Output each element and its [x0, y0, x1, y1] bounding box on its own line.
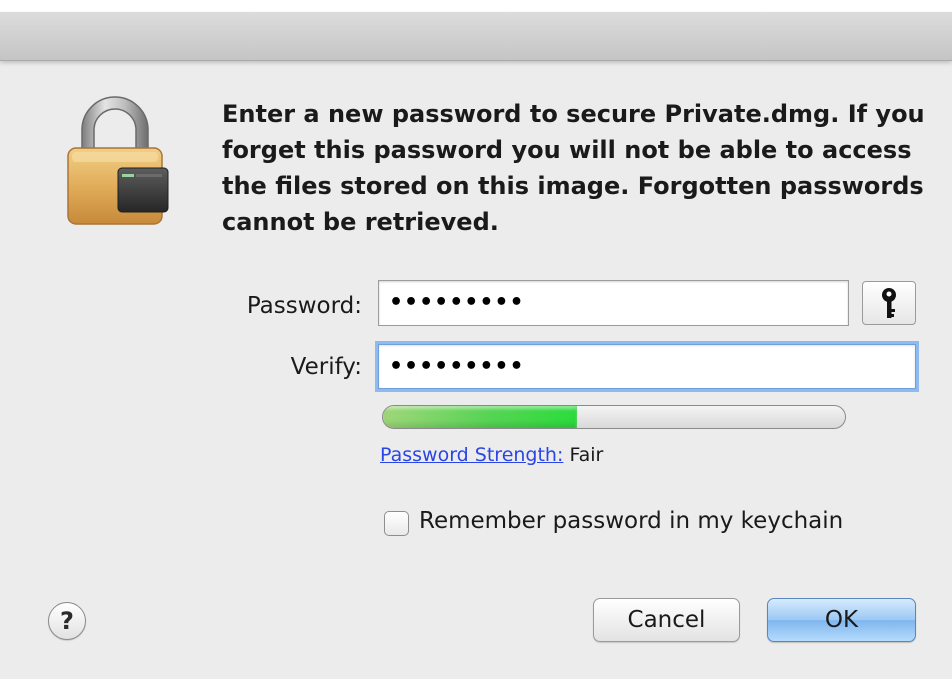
password-assistant-button[interactable]: [862, 281, 916, 325]
remember-keychain-checkbox[interactable]: [384, 511, 409, 536]
key-icon: [882, 288, 896, 318]
padlock-icon: [60, 90, 170, 230]
password-strength-link[interactable]: Password Strength:: [380, 444, 563, 466]
password-label: Password:: [246, 293, 362, 319]
verify-field[interactable]: •••••••••: [378, 344, 916, 389]
password-strength-meter: [382, 405, 846, 429]
password-strength-row: Password Strength: Fair: [380, 444, 603, 466]
sheet-title-band: [0, 12, 952, 61]
password-dialog: Enter a new password to secure Private.d…: [0, 0, 952, 679]
ok-button[interactable]: OK: [767, 598, 916, 642]
password-field[interactable]: •••••••••: [378, 280, 849, 326]
dialog-message: Enter a new password to secure Private.d…: [222, 100, 925, 236]
help-button[interactable]: ?: [48, 602, 86, 640]
strength-meter-fill: [383, 406, 578, 428]
cancel-button[interactable]: Cancel: [593, 598, 740, 642]
remember-keychain-label[interactable]: Remember password in my keychain: [419, 508, 843, 534]
top-edge: [0, 0, 952, 12]
password-strength-value: Fair: [569, 444, 604, 466]
verify-label: Verify:: [290, 354, 362, 380]
